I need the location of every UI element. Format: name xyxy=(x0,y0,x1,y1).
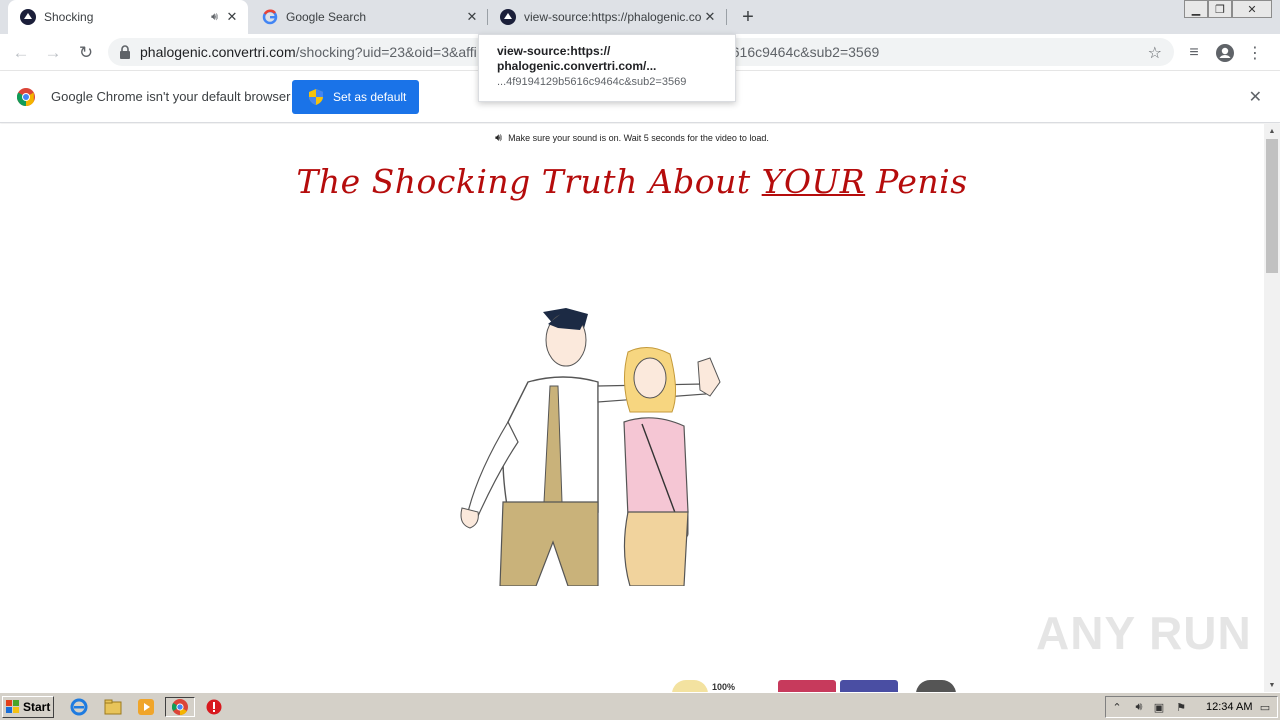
scroll-up-icon[interactable]: ▲ xyxy=(1264,124,1280,138)
tab-google-search[interactable]: Google Search ✕ xyxy=(250,0,488,34)
url-host: phalogenic.convertri.com xyxy=(140,44,296,60)
profile-avatar-icon[interactable] xyxy=(1214,42,1236,64)
tab-close-icon[interactable]: ✕ xyxy=(702,9,718,25)
tab-separator xyxy=(726,9,727,25)
tray-clock: 12:34 AM xyxy=(1206,701,1253,713)
url-path: /shocking?uid=23&oid=3&affi xyxy=(295,44,477,60)
tab-shocking[interactable]: Shocking 🔊︎ ✕ xyxy=(8,0,248,34)
antivirus-stop-icon[interactable] xyxy=(203,697,225,717)
chrome-logo-icon xyxy=(16,88,35,106)
audio-playing-icon[interactable]: 🔊︎ xyxy=(211,11,218,24)
minimize-button[interactable]: ▁ xyxy=(1184,0,1208,18)
page-headline: The Shocking Truth About YOUR Penis xyxy=(0,162,1264,201)
lock-icon[interactable] xyxy=(120,45,130,59)
video-illustration[interactable] xyxy=(448,302,738,586)
infobar-message: Google Chrome isn't your default browser xyxy=(51,89,291,104)
guarantee-badge-text: 100% xyxy=(712,682,736,692)
tab-strip: Shocking 🔊︎ ✕ Google Search ✕ view-sourc… xyxy=(0,0,1280,34)
page-scrollbar[interactable]: ▲ ▼ xyxy=(1264,124,1280,692)
url-tail: 616c9464c&sub2=3569 xyxy=(731,44,880,60)
back-arrow-icon[interactable]: ← xyxy=(8,40,34,66)
sound-notice-text: Make sure your sound is on. Wait 5 secon… xyxy=(508,132,769,143)
site-favicon-icon xyxy=(20,9,36,25)
windows-flag-icon xyxy=(6,700,20,714)
forward-arrow-icon[interactable]: → xyxy=(40,40,66,66)
new-tab-button[interactable]: + xyxy=(736,6,760,28)
headline-text: The Shocking Truth About xyxy=(296,162,762,201)
file-explorer-icon[interactable] xyxy=(102,697,124,717)
tab-title: view-source:https://phalogenic.conv xyxy=(524,10,702,24)
media-player-icon[interactable] xyxy=(135,697,157,717)
reload-icon[interactable]: ↻ xyxy=(73,40,99,66)
internet-explorer-icon[interactable] xyxy=(68,697,90,717)
site-favicon-icon xyxy=(500,9,516,25)
windows-taskbar: Start ⌃ 🔊︎ ▣ ⚑ 12:34 AM ▭ xyxy=(0,692,1280,720)
guarantee-badge-icon xyxy=(672,680,708,692)
secure-badge-icon xyxy=(916,680,956,692)
set-default-button[interactable]: Set as default xyxy=(292,80,419,114)
shield-icon xyxy=(309,89,323,105)
infobar-close-icon[interactable]: ✕ xyxy=(1249,87,1262,107)
chrome-taskbar-icon[interactable] xyxy=(165,697,195,717)
system-tray: ⌃ 🔊︎ ▣ ⚑ 12:34 AM ▭ xyxy=(1105,696,1278,718)
scroll-down-icon[interactable]: ▼ xyxy=(1264,678,1280,692)
tab-title: Shocking xyxy=(44,10,94,24)
network-icon[interactable]: ▣ xyxy=(1152,700,1166,714)
set-default-label: Set as default xyxy=(333,90,407,104)
speaker-icon: 🔊︎ xyxy=(495,132,503,144)
tooltip-line-2: phalogenic.convertri.com/... xyxy=(497,59,657,73)
card-badge-icon xyxy=(840,680,898,692)
show-desktop-icon[interactable]: ▭ xyxy=(1258,700,1272,714)
action-center-flag-icon[interactable]: ⚑ xyxy=(1174,700,1188,714)
watermark: ANY RUN xyxy=(1036,607,1252,659)
window-close-button[interactable]: ✕ xyxy=(1232,0,1272,18)
google-favicon-icon xyxy=(262,9,278,25)
headline-text-end: Penis xyxy=(865,162,968,201)
headline-emphasis: YOUR xyxy=(761,162,866,201)
bookmark-star-icon[interactable]: ☆ xyxy=(1148,43,1162,63)
tab-view-source[interactable]: view-source:https://phalogenic.conv ✕ xyxy=(488,0,726,34)
mastercard-badge-icon xyxy=(778,680,836,692)
tab-hover-tooltip: view-source:https:// phalogenic.convertr… xyxy=(478,34,736,102)
scrollbar-thumb[interactable] xyxy=(1266,139,1278,273)
tray-expand-icon[interactable]: ⌃ xyxy=(1110,700,1124,714)
start-label: Start xyxy=(23,700,51,714)
menu-kebab-icon[interactable]: ⋮ xyxy=(1244,42,1266,64)
volume-icon[interactable]: 🔊︎ xyxy=(1132,700,1146,714)
start-button[interactable]: Start xyxy=(2,696,54,718)
tooltip-line-3: ...4f9194129b5616c9464c&sub2=3569 xyxy=(497,76,687,88)
sound-notice: 🔊︎ Make sure your sound is on. Wait 5 sec… xyxy=(0,132,1264,145)
restore-button[interactable]: ❐ xyxy=(1208,0,1232,18)
tab-close-icon[interactable]: ✕ xyxy=(464,9,480,25)
tooltip-line-1: view-source:https:// xyxy=(497,44,611,58)
media-control-icon[interactable]: ≡ xyxy=(1183,42,1205,64)
tab-title: Google Search xyxy=(286,10,367,24)
tab-close-icon[interactable]: ✕ xyxy=(224,9,240,25)
